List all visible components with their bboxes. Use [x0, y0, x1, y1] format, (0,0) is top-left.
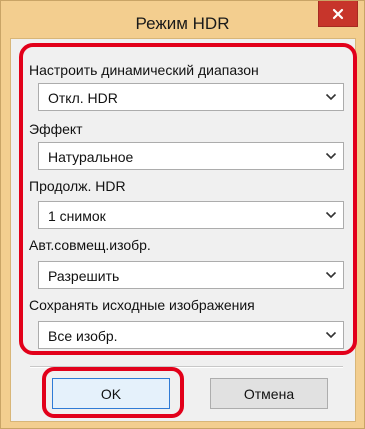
auto-align-value: Разрешить	[48, 268, 120, 284]
effect-label: Эффект	[29, 121, 83, 137]
dialog-window: Режим HDR Настроить динамический диапазо…	[0, 0, 365, 429]
dialog-title: Режим HDR	[135, 14, 230, 33]
effect-select[interactable]: Натуральное	[38, 142, 344, 170]
chevron-down-icon	[325, 331, 337, 339]
divider	[30, 366, 343, 368]
save-source-label: Сохранять исходные изображения	[29, 297, 255, 313]
chevron-down-icon	[325, 152, 337, 160]
hdr-duration-select[interactable]: 1 снимок	[38, 201, 344, 229]
dynamic-range-label: Настроить динамический диапазон	[29, 62, 259, 78]
auto-align-select[interactable]: Разрешить	[38, 261, 344, 289]
save-source-value: Все изобр.	[48, 328, 118, 344]
dynamic-range-select[interactable]: Откл. HDR	[38, 83, 344, 111]
ok-button[interactable]: OK	[52, 378, 170, 409]
dynamic-range-value: Откл. HDR	[48, 90, 118, 106]
close-icon	[332, 8, 344, 19]
chevron-down-icon	[325, 211, 337, 219]
save-source-select[interactable]: Все изобр.	[38, 321, 344, 349]
effect-value: Натуральное	[48, 149, 134, 165]
chevron-down-icon	[325, 271, 337, 279]
auto-align-label: Авт.совмещ.изобр.	[29, 237, 151, 253]
hdr-duration-value: 1 снимок	[48, 208, 106, 224]
chevron-down-icon	[325, 93, 337, 101]
close-button[interactable]	[318, 1, 358, 27]
title-bar[interactable]: Режим HDR	[1, 1, 364, 37]
cancel-button[interactable]: Отмена	[210, 378, 328, 409]
hdr-duration-label: Продолж. HDR	[29, 178, 126, 194]
